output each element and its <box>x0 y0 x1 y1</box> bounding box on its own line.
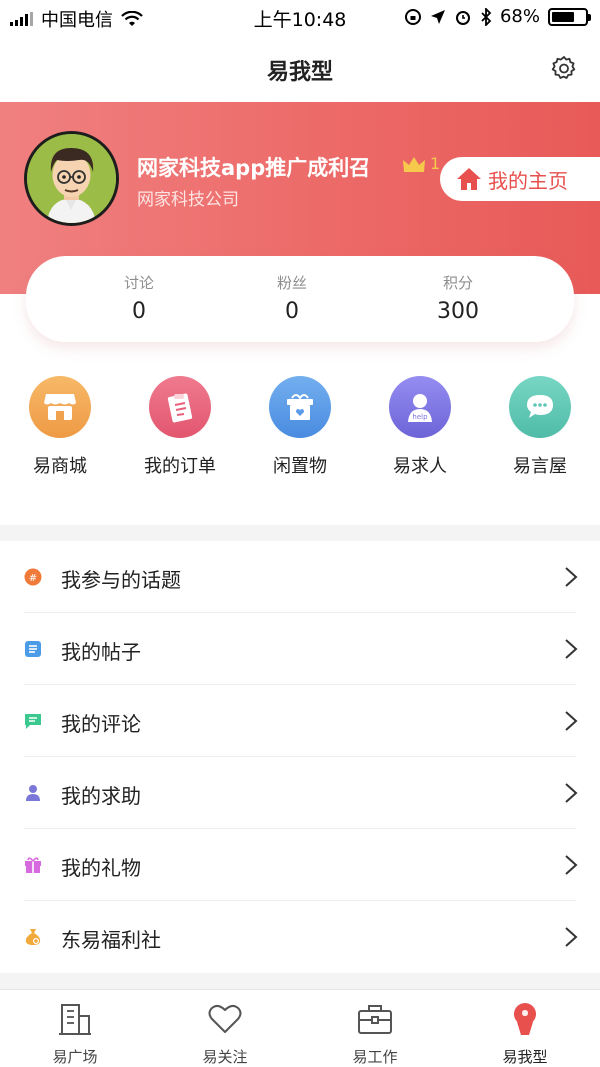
menu-list: # 我参与的话题 我的帖子 我的评论 我的求助 我的礼物 东易福利社 <box>0 541 600 973</box>
quick-action-idle-items[interactable]: 闲置物 <box>240 376 360 478</box>
post-icon <box>25 641 41 657</box>
menu-item-gifts[interactable]: 我的礼物 <box>0 829 600 901</box>
alarm-icon <box>455 10 470 25</box>
level-badge: 1 <box>430 154 441 173</box>
user-company: 网家科技公司 <box>137 190 239 210</box>
crown-icon <box>403 157 425 172</box>
stat-value: 0 <box>285 299 299 324</box>
nav-bar: 易我型 <box>0 34 600 102</box>
comment-icon <box>25 714 41 729</box>
menu-item-label: 我参与的话题 <box>61 568 181 592</box>
rotation-lock-icon <box>404 8 421 25</box>
box-icon <box>269 376 331 438</box>
stat-discussion[interactable]: 讨论 0 <box>79 272 199 324</box>
topic-icon: # <box>24 568 42 586</box>
menu-item-posts[interactable]: 我的帖子 <box>0 613 600 685</box>
help-person-icon: help <box>389 376 451 438</box>
quick-action-chat-room[interactable]: 易言屋 <box>480 376 600 478</box>
quick-action-ask-help[interactable]: help 易求人 <box>360 376 480 478</box>
chat-bubble-icon <box>509 376 571 438</box>
tab-work[interactable]: 易工作 <box>300 1002 450 1067</box>
building-icon <box>59 1004 91 1035</box>
location-icon <box>430 9 445 24</box>
stat-label: 积分 <box>442 274 473 292</box>
gift-icon <box>25 857 41 873</box>
heart-icon <box>208 1004 242 1033</box>
money-bag-icon <box>25 929 41 945</box>
user-name: 网家科技app推广成利召 <box>137 156 371 180</box>
quick-action-label: 闲置物 <box>273 456 327 477</box>
battery-icon <box>548 7 591 26</box>
menu-item-help-requests[interactable]: 我的求助 <box>0 757 600 829</box>
menu-item-topics[interactable]: # 我参与的话题 <box>0 541 600 613</box>
home-icon <box>457 168 481 190</box>
menu-item-welfare[interactable]: 东易福利社 <box>0 901 600 973</box>
menu-item-label: 东易福利社 <box>61 928 161 952</box>
chevron-right-icon <box>565 855 578 875</box>
bluetooth-icon <box>481 7 492 26</box>
menu-item-label: 我的礼物 <box>61 856 141 880</box>
battery-percent: 68% <box>499 6 540 27</box>
chevron-right-icon <box>565 783 578 803</box>
profile-icon <box>514 1003 536 1035</box>
shop-icon <box>29 376 91 438</box>
quick-actions: 易商城 我的订单 闲置物 help 易求人 易言屋 <box>0 376 600 486</box>
chevron-right-icon <box>565 927 578 947</box>
menu-item-label: 我的帖子 <box>61 640 141 664</box>
chevron-right-icon <box>565 711 578 731</box>
stat-value: 300 <box>437 299 479 324</box>
svg-text:#: # <box>29 573 37 584</box>
stat-fans[interactable]: 粉丝 0 <box>232 272 352 324</box>
order-icon <box>149 376 211 438</box>
tab-label: 易关注 <box>202 1048 248 1066</box>
menu-item-label: 我的评论 <box>61 712 141 736</box>
status-bar: 中国电信 上午10:48 68% <box>0 0 600 34</box>
quick-action-label: 易言屋 <box>513 456 567 477</box>
chevron-right-icon <box>565 639 578 659</box>
quick-action-label: 易求人 <box>393 456 447 477</box>
tab-bar: 易广场 易关注 易工作 易我型 <box>0 989 600 1067</box>
menu-item-label: 我的求助 <box>61 784 141 808</box>
quick-action-label: 易商城 <box>33 456 87 477</box>
page-title: 易我型 <box>266 60 333 85</box>
stat-label: 讨论 <box>123 274 154 292</box>
gear-icon[interactable] <box>550 54 578 82</box>
stat-points[interactable]: 积分 300 <box>398 272 518 324</box>
avatar-illustration <box>27 134 116 223</box>
chevron-right-icon <box>565 567 578 587</box>
tab-profile[interactable]: 易我型 <box>450 1002 600 1067</box>
avatar[interactable] <box>24 131 119 226</box>
section-divider <box>0 973 600 989</box>
my-homepage-label: 我的主页 <box>488 168 568 193</box>
tab-follow[interactable]: 易关注 <box>150 1002 300 1067</box>
quick-action-orders[interactable]: 我的订单 <box>120 376 240 478</box>
stat-label: 粉丝 <box>276 274 307 292</box>
menu-item-comments[interactable]: 我的评论 <box>0 685 600 757</box>
stats-card: 讨论 0 粉丝 0 积分 300 <box>26 256 574 342</box>
tab-label: 易广场 <box>52 1048 98 1066</box>
briefcase-icon <box>358 1005 392 1034</box>
tab-plaza[interactable]: 易广场 <box>0 1002 150 1067</box>
svg-text:help: help <box>412 413 428 421</box>
quick-action-label: 我的订单 <box>144 456 216 477</box>
quick-action-shop[interactable]: 易商城 <box>0 376 120 478</box>
help-icon <box>26 785 40 801</box>
stat-value: 0 <box>132 299 146 324</box>
my-homepage-button[interactable]: 我的主页 <box>440 157 600 201</box>
section-divider <box>0 525 600 541</box>
tab-label: 易我型 <box>502 1048 548 1066</box>
tab-label: 易工作 <box>352 1048 398 1066</box>
